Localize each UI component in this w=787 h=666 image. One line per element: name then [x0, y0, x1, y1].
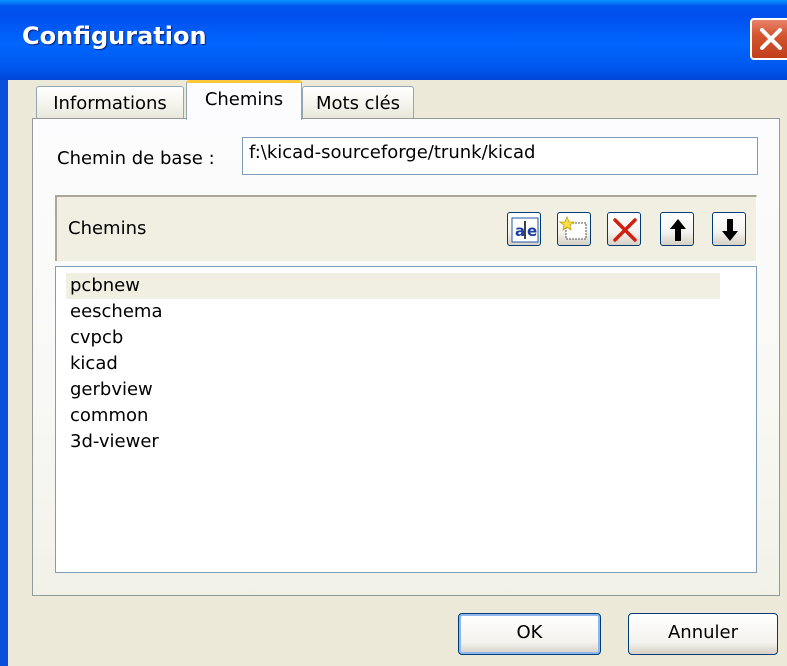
move-down-button[interactable]: [712, 212, 746, 246]
list-item[interactable]: kicad: [70, 351, 118, 377]
title-bar[interactable]: Configuration: [0, 0, 787, 80]
tab-mots-cles[interactable]: Mots clés: [302, 86, 414, 120]
list-item[interactable]: common: [70, 403, 148, 429]
tab-informations[interactable]: Informations: [36, 86, 184, 120]
new-path-button[interactable]: [557, 212, 591, 246]
cancel-button[interactable]: Annuler: [628, 613, 778, 655]
ok-button-label: OK: [516, 622, 543, 643]
ok-button[interactable]: OK: [458, 613, 601, 655]
list-item[interactable]: 3d-viewer: [70, 429, 159, 455]
close-button[interactable]: [750, 18, 787, 60]
tab-informations-label: Informations: [53, 93, 167, 114]
delete-path-button[interactable]: [607, 212, 641, 246]
window-frame-left: [0, 80, 8, 666]
window-title: Configuration: [22, 22, 207, 50]
list-item[interactable]: pcbnew: [66, 273, 720, 299]
base-path-input[interactable]: f:\kicad-sourceforge/trunk/kicad: [242, 137, 758, 175]
edit-path-button[interactable]: a e: [507, 212, 541, 246]
list-item[interactable]: gerbview: [70, 377, 153, 403]
tab-chemins[interactable]: Chemins: [186, 80, 302, 120]
move-up-button[interactable]: [660, 212, 694, 246]
close-icon: [760, 28, 782, 50]
paths-list[interactable]: pcbnew eeschema cvpcb kicad gerbview com…: [55, 266, 757, 573]
paths-header: [55, 195, 757, 261]
list-item[interactable]: eeschema: [70, 299, 162, 325]
cancel-button-label: Annuler: [667, 622, 738, 643]
base-path-label: Chemin de base :: [57, 148, 215, 169]
paths-header-label: Chemins: [68, 218, 147, 239]
edit-icon: a e: [511, 217, 539, 243]
tab-mots-cles-label: Mots clés: [315, 93, 401, 114]
delete-icon: [613, 218, 637, 242]
svg-text:a: a: [515, 222, 525, 240]
arrow-down-icon: [722, 219, 738, 241]
svg-text:e: e: [527, 222, 537, 240]
configuration-dialog: Configuration Informations Chemins Mots …: [0, 0, 787, 666]
tab-chemins-label: Chemins: [204, 89, 284, 110]
arrow-up-icon: [670, 219, 686, 241]
list-item[interactable]: cvpcb: [70, 325, 123, 351]
new-item-icon: [558, 215, 587, 240]
